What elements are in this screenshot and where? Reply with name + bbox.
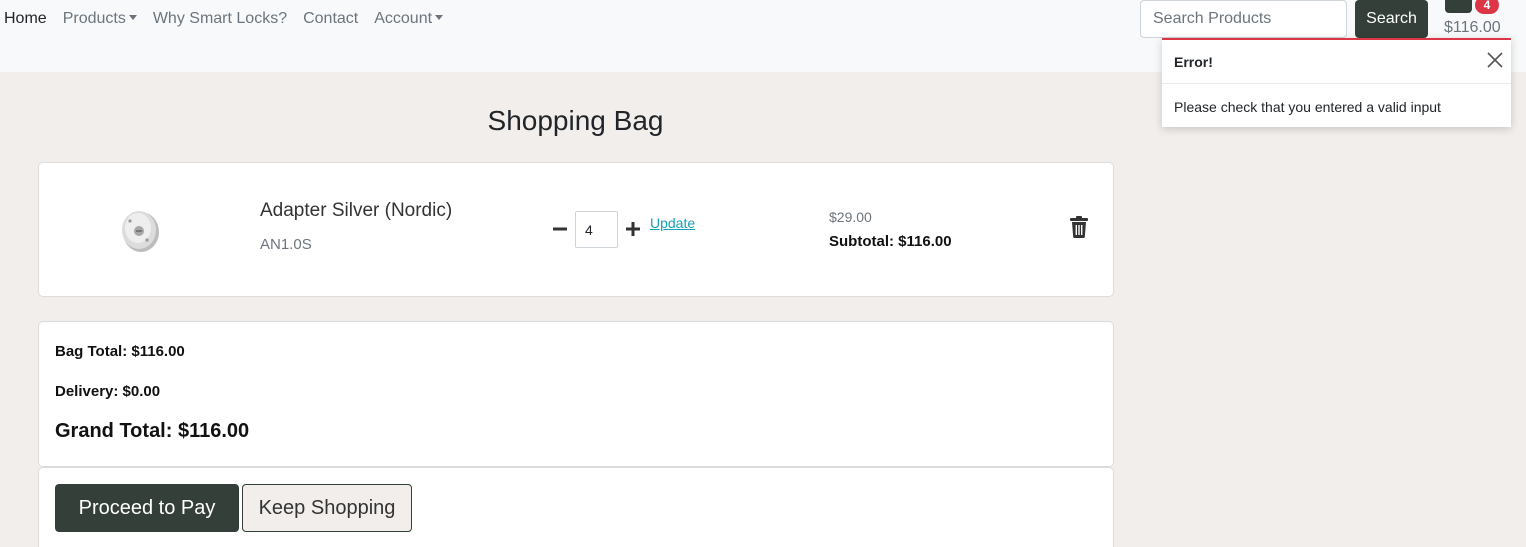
- nav-bag-total[interactable]: $116.00: [1444, 19, 1501, 37]
- bag-item-card: Adapter Silver (Nordic) AN1.0S Update $2…: [38, 162, 1114, 297]
- error-toast: Error! Please check that you entered a v…: [1162, 38, 1511, 127]
- product-name: Adapter Silver (Nordic): [260, 200, 453, 221]
- nav-links: Home Products Why Smart Locks? Contact A…: [4, 10, 459, 28]
- item-subtotal: Subtotal: $116.00: [829, 233, 952, 250]
- caret-down-icon: [128, 15, 137, 20]
- bag-total: Bag Total: $116.00: [55, 343, 185, 360]
- nav-item-account[interactable]: Account: [374, 10, 444, 28]
- plus-icon[interactable]: [625, 221, 641, 237]
- proceed-to-pay-button[interactable]: Proceed to Pay: [55, 484, 239, 532]
- unit-price: $29.00: [829, 209, 872, 225]
- toast-message: Please check that you entered a valid in…: [1174, 99, 1441, 115]
- nav-item-label: Why Smart Locks?: [152, 10, 288, 27]
- page-title: Shopping Bag: [487, 105, 664, 136]
- toast-header: Error!: [1162, 40, 1511, 84]
- delivery-cost: Delivery: $0.00: [55, 383, 161, 400]
- bag-actions-card: Proceed to Pay Keep Shopping: [38, 467, 1114, 547]
- nav-item-why-smart-locks[interactable]: Why Smart Locks?: [153, 10, 287, 28]
- minus-icon[interactable]: [552, 219, 568, 239]
- nav-item-label: Home: [4, 10, 47, 27]
- search-input[interactable]: [1140, 0, 1347, 38]
- product-image[interactable]: [117, 207, 161, 253]
- bag-totals-card: Bag Total: $116.00 Delivery: $0.00 Grand…: [38, 321, 1114, 467]
- shopping-bag-icon[interactable]: [1445, 0, 1472, 13]
- quantity-input[interactable]: [575, 211, 618, 248]
- toast-title: Error!: [1174, 54, 1213, 70]
- nav-item-label: Contact: [303, 10, 359, 27]
- close-icon[interactable]: [1485, 50, 1505, 70]
- nav-item-label: Products: [62, 10, 126, 27]
- product-sku: AN1.0S: [260, 236, 312, 253]
- nav-item-products[interactable]: Products: [63, 10, 137, 28]
- bag-count-badge: 4: [1475, 0, 1499, 14]
- nav-item-home[interactable]: Home: [4, 10, 47, 28]
- keep-shopping-button[interactable]: Keep Shopping: [242, 484, 412, 532]
- grand-total: Grand Total: $116.00: [55, 420, 250, 442]
- trash-icon[interactable]: [1070, 216, 1088, 238]
- nav-item-contact[interactable]: Contact: [303, 10, 358, 28]
- nav-item-label: Account: [374, 10, 433, 27]
- caret-down-icon: [435, 15, 444, 20]
- search-button[interactable]: Search: [1355, 0, 1428, 38]
- update-link[interactable]: Update: [650, 215, 695, 231]
